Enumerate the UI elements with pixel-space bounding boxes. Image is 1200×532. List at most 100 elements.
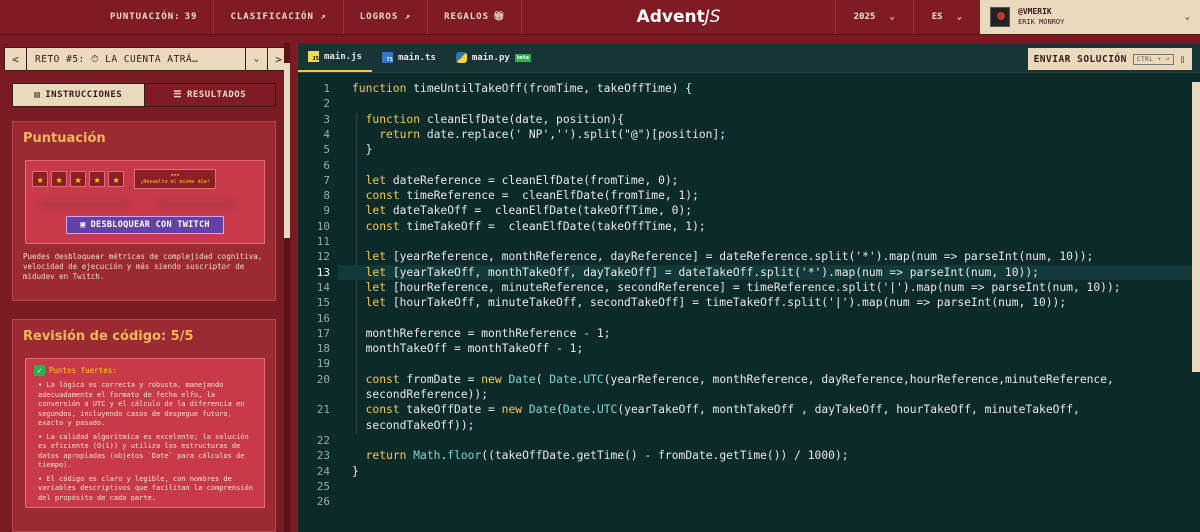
badge-text: ¡Resuelto el mismo día! bbox=[140, 179, 210, 185]
sidebar-toggle-icon: ▯ bbox=[1179, 53, 1186, 65]
line-number: 5 bbox=[323, 143, 330, 157]
gifts-label: REGALOS bbox=[444, 12, 490, 22]
panel-tabs: ▤ INSTRUCCIONES ☰ RESULTADOS bbox=[12, 83, 276, 107]
code-line[interactable]: monthReference = monthReference - 1; bbox=[352, 327, 611, 340]
challenge-dropdown-button[interactable]: ⌄ bbox=[245, 48, 267, 70]
user-name: ERIK MONROY bbox=[1018, 18, 1065, 26]
twitch-unlock-button[interactable]: ▣ DESBLOQUEAR CON TWITCH bbox=[66, 216, 224, 234]
tab-results[interactable]: ☰ RESULTADOS bbox=[143, 84, 275, 106]
strengths-label: Puntos fuertes: bbox=[49, 366, 117, 375]
star-icon: ★ bbox=[108, 171, 124, 187]
javascript-icon: JS bbox=[308, 51, 319, 62]
file-tab-main-js[interactable]: JS main.js bbox=[298, 43, 372, 72]
python-icon bbox=[455, 52, 467, 63]
rating-stars: ★ ★ ★ ★ ★ bbox=[32, 171, 124, 187]
line-number: 15 bbox=[316, 296, 330, 310]
gifts-link[interactable]: REGALOS 🎁︎ bbox=[428, 0, 523, 34]
line-number: 9 bbox=[323, 204, 330, 218]
same-day-badge: ★★★ ¡Resuelto el mismo día! bbox=[134, 169, 216, 189]
line-number: 16 bbox=[316, 311, 330, 325]
prev-challenge-button[interactable]: < bbox=[5, 48, 27, 70]
year-select[interactable]: 2025 ⌄ bbox=[834, 0, 913, 34]
line-number: 3 bbox=[323, 112, 330, 126]
code-line[interactable]: } bbox=[352, 143, 373, 156]
ranking-link[interactable]: CLASIFICACIÓN ↗ bbox=[214, 0, 344, 34]
code-line[interactable]: const fromDate = new Date( Date.UTC(year… bbox=[352, 373, 1114, 386]
strengths-header: ✓ Puntos fuertes: bbox=[34, 365, 256, 376]
file-tab-main-py[interactable]: main.py beta bbox=[446, 43, 541, 72]
line-number: 23 bbox=[316, 449, 330, 463]
scrollbar-thumb[interactable] bbox=[284, 63, 290, 238]
code-line[interactable]: secondReference)); bbox=[352, 388, 488, 401]
code-line[interactable]: let [hourTakeOff, minuteTakeOff, secondT… bbox=[352, 296, 1067, 309]
code-line[interactable]: secondTakeOff)); bbox=[352, 419, 475, 432]
line-number: 25 bbox=[316, 479, 330, 493]
code-line[interactable]: return Math.floor((takeOffDate.getTime()… bbox=[352, 449, 849, 462]
line-number: 2 bbox=[323, 97, 330, 111]
logo-text: Advent bbox=[636, 7, 705, 27]
line-number: 22 bbox=[316, 433, 330, 447]
challenge-title: RETO #5: ⏱ LA CUENTA ATRÁ… bbox=[35, 53, 199, 65]
score-display: PUNTUACIÓN: 39 bbox=[0, 0, 215, 34]
score-value: 39 bbox=[184, 12, 198, 22]
code-line[interactable]: let [hourReference, minuteReference, sec… bbox=[352, 281, 1121, 294]
chevron-down-icon: ⌄ bbox=[956, 12, 962, 22]
logo[interactable]: Advent JS bbox=[522, 0, 834, 34]
user-handle: @VMERIK bbox=[1018, 7, 1052, 16]
submit-solution-button[interactable]: ENVIAR SOLUCIÓN CTRL + ⏎ ▯ bbox=[1027, 48, 1192, 70]
star-icon: ★ bbox=[32, 171, 48, 187]
file-tabs: JS main.js TS main.ts main.py beta ENVIA… bbox=[298, 43, 1200, 73]
check-icon: ✓ bbox=[34, 365, 45, 376]
tab-instructions[interactable]: ▤ INSTRUCCIONES bbox=[13, 84, 144, 106]
line-number: 7 bbox=[323, 173, 330, 187]
editor-scrollbar[interactable] bbox=[1192, 82, 1200, 372]
achievements-link[interactable]: LOGROS ↗ bbox=[344, 0, 429, 34]
code-line[interactable]: const timeTakeOff = cleanElfDate(takeOff… bbox=[352, 220, 706, 233]
language-select[interactable]: ES ⌄ bbox=[912, 0, 980, 34]
star-icon: ★ bbox=[70, 171, 86, 187]
challenge-nav: < RETO #5: ⏱ LA CUENTA ATRÁ… ⌄ > bbox=[4, 47, 290, 71]
strengths-box: ✓ Puntos fuertes: • La lógica es correct… bbox=[25, 358, 265, 508]
file-tab-label: main.js bbox=[324, 51, 362, 62]
user-menu[interactable]: @VMERIK ERIK MONROY ⌄ bbox=[980, 0, 1200, 34]
badge-stars: ★★★ bbox=[170, 172, 180, 178]
line-number: 13 bbox=[316, 265, 330, 279]
code-line[interactable]: let dateTakeOff = cleanElfDate(takeOffTi… bbox=[352, 204, 692, 217]
code-line[interactable]: const timeReference = cleanElfDate(fromT… bbox=[352, 189, 699, 202]
code-line[interactable]: } bbox=[352, 465, 359, 478]
line-number: 19 bbox=[316, 357, 330, 371]
score-box: ★ ★ ★ ★ ★ ★★★ ¡Resuelto el mismo día! ▣ … bbox=[25, 160, 265, 244]
score-card-title: Puntuación bbox=[23, 131, 106, 146]
line-number: 18 bbox=[316, 342, 330, 356]
line-number: 24 bbox=[316, 464, 330, 478]
code-line[interactable]: return date.replace(' NP','').split("@")… bbox=[352, 128, 726, 141]
twitch-icon: ▣ bbox=[80, 220, 86, 230]
file-tab-main-ts[interactable]: TS main.ts bbox=[372, 43, 446, 72]
line-number: 10 bbox=[316, 219, 330, 233]
code-line[interactable]: monthTakeOff = monthTakeOff - 1; bbox=[352, 342, 584, 355]
blurred-metric bbox=[156, 201, 236, 208]
left-panel: < RETO #5: ⏱ LA CUENTA ATRÁ… ⌄ > ▤ INSTR… bbox=[0, 43, 290, 532]
star-icon: ★ bbox=[89, 171, 105, 187]
code-line[interactable]: let [yearReference, monthReference, dayR… bbox=[352, 250, 1094, 263]
tab-results-label: RESULTADOS bbox=[186, 90, 247, 100]
line-number: 1 bbox=[323, 82, 330, 95]
code-line[interactable]: let dateReference = cleanElfDate(fromTim… bbox=[352, 174, 679, 187]
code-line[interactable]: function timeUntilTakeOff(fromTime, take… bbox=[352, 82, 692, 95]
line-number: 6 bbox=[323, 158, 330, 172]
code-review-title: Revisión de código: 5/5 bbox=[23, 329, 194, 344]
code-editor: JS main.js TS main.ts main.py beta ENVIA… bbox=[297, 43, 1200, 532]
code-line[interactable]: let [yearTakeOff, monthTakeOff, dayTakeO… bbox=[352, 266, 1039, 279]
twitch-button-label: DESBLOQUEAR CON TWITCH bbox=[90, 220, 210, 230]
keyboard-shortcut: CTRL + ⏎ bbox=[1132, 53, 1174, 65]
line-number: 21 bbox=[316, 403, 330, 417]
gift-icon: 🎁︎ bbox=[493, 12, 506, 22]
line-number: 20 bbox=[316, 372, 330, 386]
line-number: 11 bbox=[316, 235, 330, 248]
code-line[interactable]: function cleanElfDate(date, position){ bbox=[352, 113, 624, 126]
document-icon: ▤ bbox=[34, 90, 41, 100]
submit-label: ENVIAR SOLUCIÓN bbox=[1033, 53, 1127, 65]
star-icon: ★ bbox=[51, 171, 67, 187]
left-panel-scrollbar[interactable] bbox=[284, 43, 290, 532]
code-line[interactable]: const takeOffDate = new Date(Date.UTC(ye… bbox=[352, 403, 1080, 416]
